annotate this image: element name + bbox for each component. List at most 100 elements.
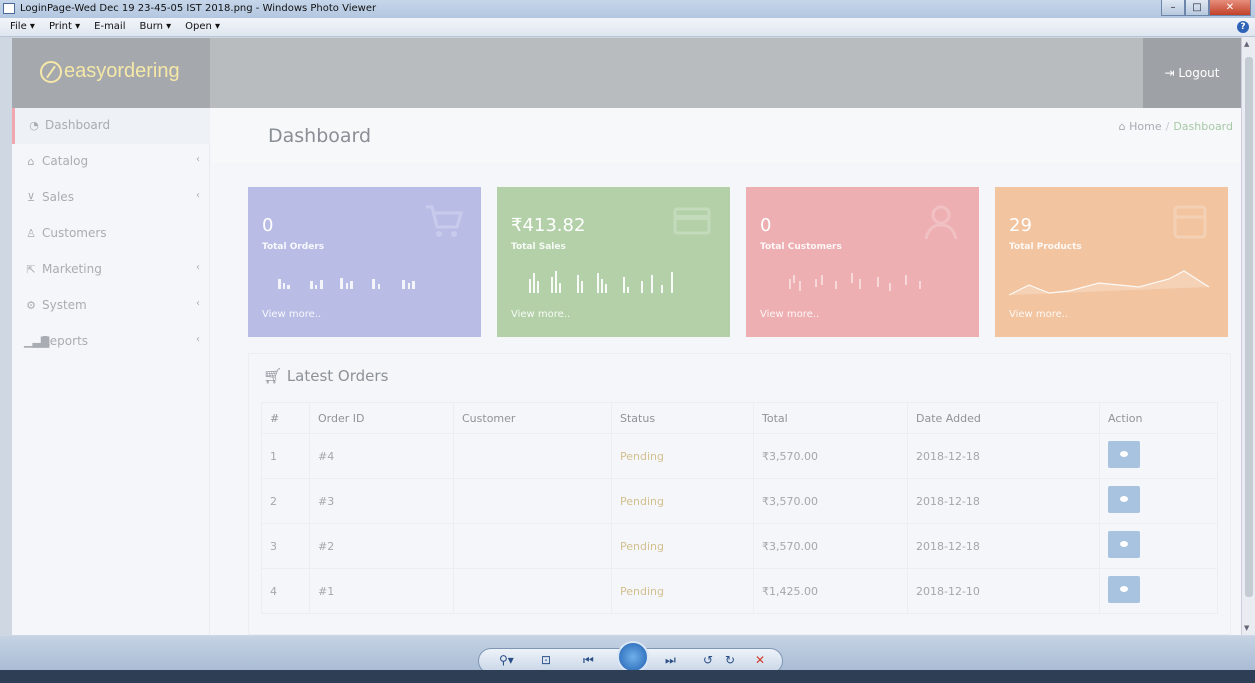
view-more-link[interactable]: View more.. bbox=[511, 309, 570, 320]
slideshow-icon[interactable] bbox=[617, 641, 649, 673]
table-row: 3 #2 Pending ₹3,570.00 2018-12-18 bbox=[261, 523, 1218, 569]
taskbar bbox=[0, 670, 1255, 683]
cell-customer bbox=[453, 568, 612, 614]
menu-print[interactable]: Print ▾ bbox=[49, 21, 80, 32]
view-more-link[interactable]: View more.. bbox=[760, 309, 819, 320]
vertical-scrollbar[interactable]: ▲ ▼ bbox=[1241, 37, 1255, 635]
sparkline-lines bbox=[789, 273, 921, 291]
maximize-icon[interactable]: □ bbox=[1185, 0, 1209, 16]
card-total-products: 29 Total Products View more.. bbox=[995, 187, 1228, 337]
displayed-page: easyordering ⇥ Logout ◔ Dashboard ⌂ Cata… bbox=[12, 38, 1241, 635]
help-icon[interactable]: ? bbox=[1237, 21, 1249, 33]
cell-total: ₹3,570.00 bbox=[753, 523, 908, 569]
chevron-left-icon: ‹ bbox=[196, 334, 200, 345]
sidebar-item-sales[interactable]: ⊻ Sales ‹ bbox=[12, 180, 210, 216]
cell-order-id: #4 bbox=[309, 433, 454, 479]
logout-label: Logout bbox=[1178, 66, 1220, 80]
cell-number: 2 bbox=[261, 478, 310, 524]
cell-total: ₹3,570.00 bbox=[753, 433, 908, 479]
cell-customer bbox=[453, 433, 612, 479]
sidebar-item-customers[interactable]: ♙ Customers bbox=[12, 216, 210, 252]
cog-icon: ⚙ bbox=[26, 299, 36, 312]
breadcrumb-home[interactable]: Home bbox=[1129, 120, 1161, 133]
box-icon bbox=[1173, 205, 1207, 239]
window-title: LoginPage-Wed Dec 19 23-45-05 IST 2018.p… bbox=[20, 3, 377, 14]
menu-open[interactable]: Open ▾ bbox=[185, 21, 220, 32]
breadcrumb-separator: / bbox=[1165, 120, 1170, 133]
sidebar-item-label: System bbox=[42, 298, 87, 312]
page-title: Dashboard bbox=[268, 125, 372, 147]
scrollbar-thumb[interactable] bbox=[1245, 57, 1253, 597]
logout-button[interactable]: ⇥ Logout bbox=[1143, 38, 1241, 108]
minimize-icon[interactable]: – bbox=[1161, 0, 1185, 16]
card-label: Total Sales bbox=[511, 242, 566, 252]
sidebar-item-catalog[interactable]: ⌂ Catalog ‹ bbox=[12, 144, 210, 180]
view-order-button[interactable] bbox=[1108, 486, 1140, 513]
photo-viewer-app-icon bbox=[3, 3, 15, 14]
view-more-link[interactable]: View more.. bbox=[262, 309, 321, 320]
cell-status: Pending bbox=[611, 433, 754, 479]
column-header: Total bbox=[753, 402, 908, 434]
home-icon: ⌂ bbox=[1118, 120, 1130, 133]
rotate-right-icon[interactable]: ↻ bbox=[725, 653, 735, 667]
cell-status: Pending bbox=[611, 478, 754, 524]
sidebar-item-dashboard[interactable]: ◔ Dashboard bbox=[12, 108, 210, 144]
sidebar-item-system[interactable]: ⚙ System ‹ bbox=[12, 288, 210, 324]
next-icon[interactable]: ⏭ bbox=[665, 653, 676, 668]
card-total-sales: ₹413.82 Total Sales View more.. bbox=[497, 187, 730, 337]
sidebar-item-label: Sales bbox=[42, 190, 74, 204]
cell-status: Pending bbox=[611, 568, 754, 614]
actual-size-icon[interactable]: ⊡ bbox=[541, 653, 551, 667]
brand-logo[interactable]: easyordering bbox=[12, 38, 210, 108]
window-titlebar: LoginPage-Wed Dec 19 23-45-05 IST 2018.p… bbox=[0, 0, 1255, 18]
column-header: Action bbox=[1099, 402, 1218, 434]
menu-email[interactable]: E-mail bbox=[94, 21, 125, 32]
view-order-button[interactable] bbox=[1108, 441, 1140, 468]
delete-icon[interactable]: ✕ bbox=[755, 653, 765, 667]
user-icon bbox=[924, 205, 958, 240]
table-row: 2 #3 Pending ₹3,570.00 2018-12-18 bbox=[261, 478, 1218, 524]
sparkline-bars bbox=[278, 278, 415, 289]
view-more-link[interactable]: View more.. bbox=[1009, 309, 1068, 320]
rotate-left-icon[interactable]: ↺ bbox=[703, 653, 713, 667]
sidebar-item-reports[interactable]: ▁▃▇ Reports ‹ bbox=[12, 324, 210, 360]
cart-icon: ⊻ bbox=[26, 191, 36, 204]
sidebar-item-label: Marketing bbox=[42, 262, 102, 276]
sidebar-item-label: Reports bbox=[42, 334, 89, 348]
bar-chart-icon: ▁▃▇ bbox=[24, 335, 50, 348]
cell-date: 2018-12-18 bbox=[907, 523, 1100, 569]
card-value: ₹413.82 bbox=[511, 215, 586, 236]
view-order-button[interactable] bbox=[1108, 576, 1140, 603]
cell-action bbox=[1099, 523, 1218, 569]
cell-number: 4 bbox=[261, 568, 310, 614]
breadcrumb: ⌂ Home / Dashboard bbox=[1119, 120, 1233, 133]
sidebar-item-marketing[interactable]: ⇱ Marketing ‹ bbox=[12, 252, 210, 288]
menubar: File ▾ Print ▾ E-mail Burn ▾ Open ▾ ? bbox=[0, 18, 1255, 37]
tag-icon: ⌂ bbox=[27, 155, 35, 168]
column-header: Status bbox=[611, 402, 754, 434]
sidebar: ◔ Dashboard ⌂ Catalog ‹ ⊻ Sales ‹ ♙ Cust… bbox=[12, 108, 210, 635]
chevron-left-icon: ‹ bbox=[196, 154, 200, 165]
cart-icon: 🛒︎ bbox=[263, 367, 287, 385]
previous-icon[interactable]: ⏮ bbox=[583, 653, 594, 668]
cell-order-id: #1 bbox=[309, 568, 454, 614]
card-total-customers: 0 Total Customers View more.. bbox=[746, 187, 979, 337]
close-icon[interactable]: ✕ bbox=[1209, 0, 1251, 16]
scroll-up-icon[interactable]: ▲ bbox=[1244, 40, 1249, 48]
view-order-button[interactable] bbox=[1108, 531, 1140, 558]
menu-burn[interactable]: Burn ▾ bbox=[140, 21, 172, 32]
chevron-left-icon: ‹ bbox=[196, 262, 200, 273]
zoom-icon[interactable]: ⚲▾ bbox=[499, 653, 514, 667]
table-header-row: # Order ID Customer Status Total Date Ad… bbox=[261, 402, 1218, 434]
scroll-down-icon[interactable]: ▼ bbox=[1244, 624, 1249, 632]
latest-orders-panel: 🛒︎ Latest Orders # Order ID Customer Sta… bbox=[248, 353, 1231, 635]
card-label: Total Customers bbox=[760, 242, 842, 252]
sparkline-line bbox=[1009, 270, 1210, 296]
cell-order-id: #2 bbox=[309, 523, 454, 569]
sidebar-item-label: Customers bbox=[42, 226, 107, 240]
table-row: 1 #4 Pending ₹3,570.00 2018-12-18 bbox=[261, 433, 1218, 479]
menu-file[interactable]: File ▾ bbox=[10, 21, 35, 32]
card-value: 29 bbox=[1009, 215, 1032, 236]
cart-icon bbox=[426, 205, 463, 237]
column-header: Date Added bbox=[907, 402, 1100, 434]
